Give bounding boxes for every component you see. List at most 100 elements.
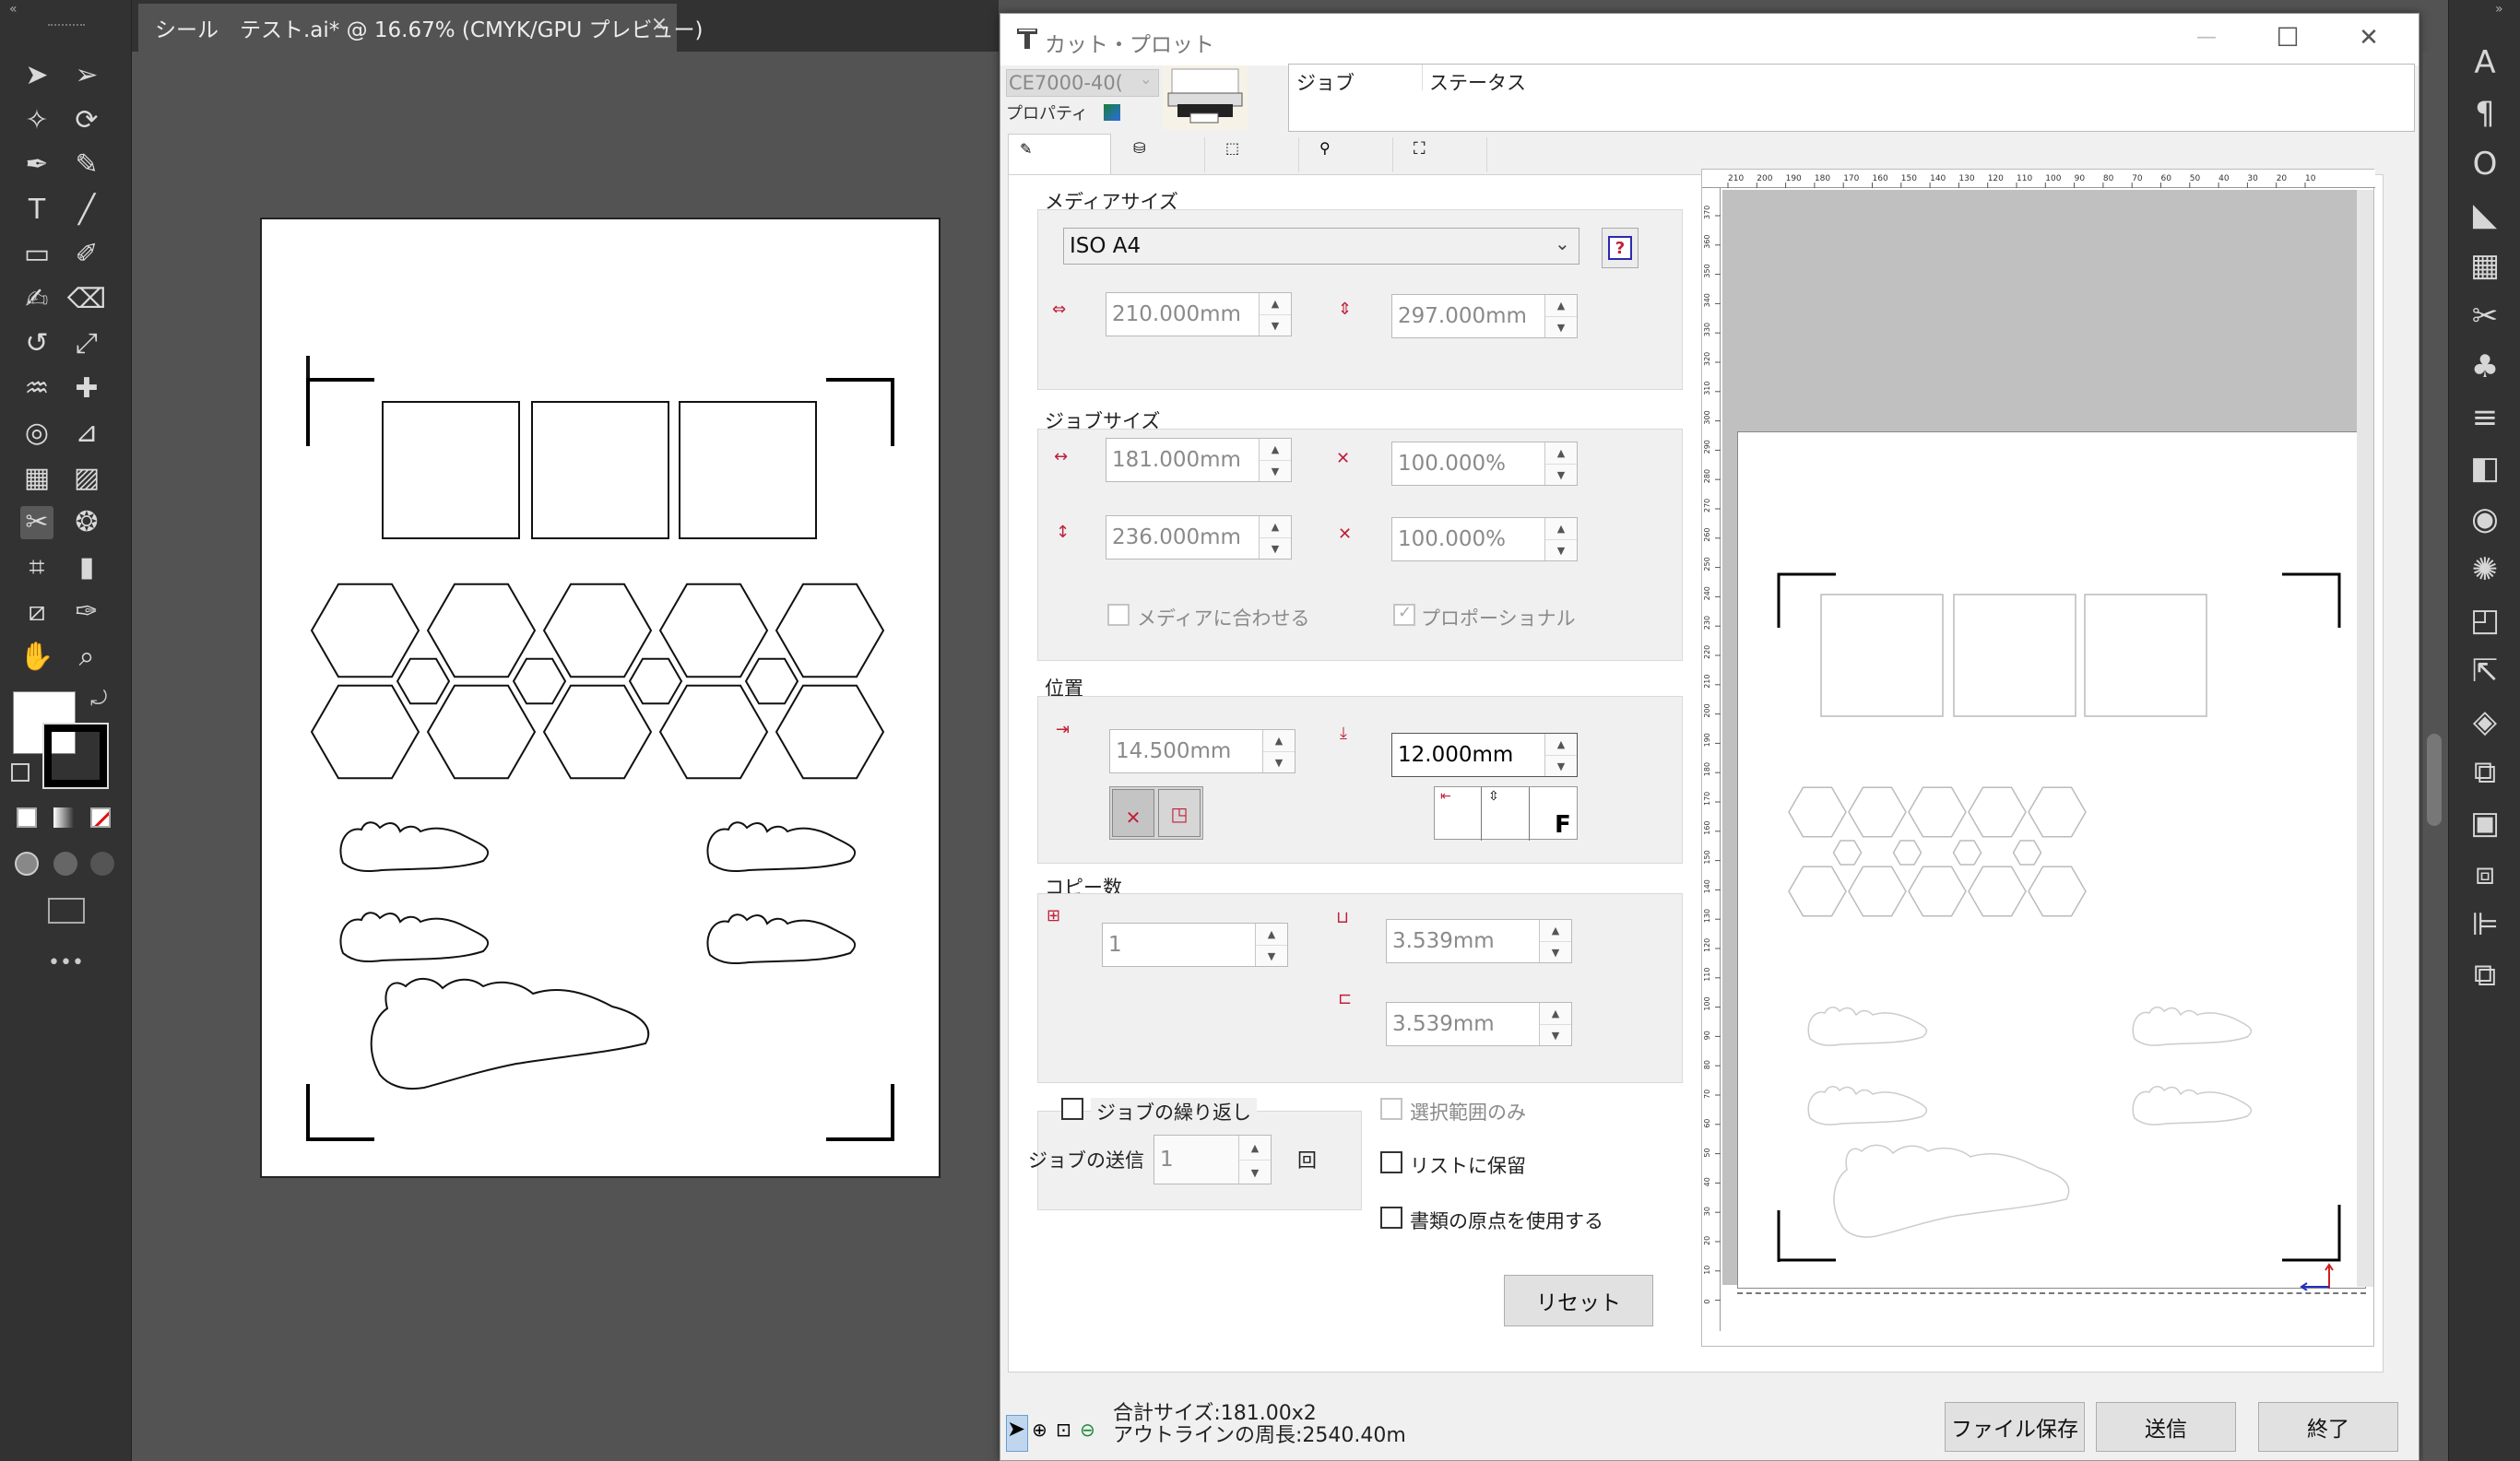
zoom-out-icon[interactable]: ⊖ — [1080, 1419, 1095, 1441]
preview-pane[interactable]: 210 200 190 180 170 160 150 140 130 120 110 100 90 80… — [1701, 169, 2375, 1347]
copy-gap-x-stepper[interactable]: ▲ ▼ — [1539, 920, 1571, 962]
paragraph-icon[interactable]: ¶ — [2467, 95, 2503, 132]
lasso-icon[interactable]: ⟳ — [70, 104, 103, 137]
artboards-icon[interactable]: ⧉ — [2467, 754, 2503, 791]
draw-inside-icon[interactable] — [90, 852, 114, 876]
zoom-in-icon[interactable]: ⊕ — [1032, 1419, 1047, 1441]
scale-y-field[interactable]: 100.000% ▲ ▼ — [1391, 517, 1578, 561]
eyedropper-icon[interactable]: ✑ — [70, 595, 103, 629]
default-colors-icon[interactable] — [11, 763, 30, 782]
canvas-scrollbar[interactable] — [2423, 52, 2445, 1461]
copies-stepper[interactable]: ▲ ▼ — [1255, 924, 1287, 966]
close-tab-icon[interactable]: × — [645, 11, 673, 39]
document-origin-checkbox[interactable] — [1380, 1207, 1402, 1229]
tab-cutting-condition[interactable]: ⛁ — [1111, 137, 1205, 172]
cutting-plugin-icon[interactable]: ✂ — [20, 506, 53, 539]
job-width-stepper[interactable]: ▲ ▼ — [1259, 439, 1291, 481]
reset-button[interactable]: リセット — [1504, 1275, 1653, 1326]
reset-origin-button[interactable]: ✕ — [1112, 789, 1154, 837]
scale-icon[interactable]: ⤢ — [70, 327, 103, 360]
screen-mode-icon[interactable] — [48, 898, 85, 924]
send-count-stepper[interactable]: ▲ ▼ — [1238, 1136, 1271, 1184]
draw-behind-icon[interactable] — [53, 852, 77, 876]
document-tab[interactable]: シール テスト.ai* @ 16.67% (CMYK/GPU プレビュー) — [138, 4, 704, 52]
job-status-list[interactable]: ジョブ ステータス — [1288, 64, 2415, 132]
fit-to-media-checkbox[interactable] — [1107, 604, 1130, 626]
maximize-button[interactable]: ☐ — [2269, 19, 2306, 56]
eraser-icon[interactable]: ⌫ — [67, 283, 106, 316]
mesh-icon[interactable]: ▦ — [20, 462, 53, 495]
puppet-warp-icon[interactable]: ✚ — [70, 372, 103, 406]
gradient-mode-icon[interactable] — [53, 807, 74, 828]
dialog-titlebar[interactable]: カット・プロット — ☐ ✕ — [1000, 14, 2419, 65]
symbol-sprayer-icon[interactable]: ❂ — [70, 506, 103, 539]
symbols-icon[interactable]: ♣ — [2467, 348, 2503, 385]
properties-link[interactable]: プロパティ — [1006, 100, 1098, 124]
graph-icon[interactable]: ▮ — [70, 551, 103, 584]
job-height-field[interactable]: 236.000mm ▲ ▼ — [1106, 515, 1292, 560]
graphic-styles-icon[interactable]: ✺ — [2467, 551, 2503, 588]
selection-icon[interactable]: ➤ — [20, 59, 53, 92]
character-icon[interactable]: A — [2467, 44, 2503, 81]
tab-general[interactable]: ✎ — [1008, 134, 1111, 176]
type-icon[interactable]: T — [20, 194, 53, 227]
shape-builder-icon[interactable]: ◎ — [20, 417, 53, 450]
finish-button[interactable]: 終了 — [2258, 1402, 2398, 1452]
position-x-stepper[interactable]: ▲ ▼ — [1262, 730, 1295, 772]
media-size-select[interactable]: ISO A4 ⌄ — [1063, 228, 1579, 265]
none-mode-icon[interactable] — [90, 807, 111, 828]
swap-fill-stroke-icon[interactable]: ⤾ — [90, 688, 107, 711]
appearance-icon[interactable]: ◉ — [2467, 501, 2503, 537]
scale-y-stepper[interactable]: ▲ ▼ — [1544, 518, 1577, 560]
magic-wand-icon[interactable]: ✧ — [20, 104, 53, 137]
export-icon[interactable]: ⇱ — [2467, 653, 2503, 689]
stroke-swatch[interactable] — [42, 723, 109, 789]
collapse-icon[interactable]: « — [9, 2, 18, 17]
proportional-checkbox[interactable]: ✓ — [1393, 603, 1415, 626]
perspective-icon[interactable]: ⊿ — [70, 417, 103, 450]
alignment-ruler[interactable]: ⇤ ⇳ F — [1434, 786, 1578, 841]
keep-in-list-checkbox[interactable] — [1380, 1151, 1402, 1173]
tab-tiling[interactable]: ⬚ — [1205, 137, 1299, 172]
pathfinder-icon[interactable]: ⧉ — [2467, 957, 2503, 994]
rectangle-icon[interactable]: ▭ — [20, 238, 53, 271]
align-icon[interactable]: ⊫ — [2467, 906, 2503, 943]
pen-icon[interactable]: ✒ — [20, 148, 53, 182]
curvature-icon[interactable]: ✎ — [70, 148, 103, 182]
media-height-stepper[interactable]: ▲ ▼ — [1544, 295, 1577, 337]
transform-icon[interactable]: ⧈ — [2467, 855, 2503, 892]
transparency-icon[interactable]: ◧ — [2467, 450, 2503, 487]
send-button[interactable]: 送信 — [2096, 1402, 2236, 1452]
paintbrush-icon[interactable]: ✐ — [70, 238, 103, 271]
copy-gap-y-field[interactable]: 3.539mm ▲ ▼ — [1386, 1002, 1572, 1046]
stroke-icon[interactable]: ≡ — [2467, 399, 2503, 436]
tab-register-mark[interactable]: ⚲ — [1299, 137, 1393, 172]
asset-icon[interactable]: ▣ — [2467, 805, 2503, 842]
copies-field[interactable]: 1 ▲ ▼ — [1102, 923, 1288, 967]
save-file-button[interactable]: ファイル保存 — [1945, 1402, 2085, 1452]
job-width-field[interactable]: 181.000mm ▲ ▼ — [1106, 438, 1292, 482]
grip-handle[interactable] — [48, 24, 85, 28]
pointer-tool-icon[interactable]: ➤ — [1006, 1415, 1028, 1452]
edit-toolbar-icon[interactable]: ••• — [48, 951, 84, 974]
scrollbar-thumb[interactable] — [2427, 734, 2442, 826]
position-x-field[interactable]: 14.500mm ▲ ▼ — [1109, 729, 1295, 773]
opentype-icon[interactable]: O — [2467, 146, 2503, 183]
layers-icon[interactable]: ◈ — [2467, 703, 2503, 740]
set-origin-button[interactable]: ◳ — [1158, 789, 1201, 837]
repeat-job-checkbox[interactable] — [1061, 1098, 1083, 1120]
rotate-icon[interactable]: ↺ — [20, 327, 53, 360]
gradient-icon[interactable]: ▨ — [70, 462, 103, 495]
shaper-icon[interactable]: ✍ — [20, 283, 53, 316]
send-count-field[interactable]: 1 ▲ ▼ — [1154, 1135, 1272, 1184]
warp-icon[interactable]: ♒ — [20, 372, 53, 406]
job-height-stepper[interactable]: ▲ ▼ — [1259, 516, 1291, 559]
scale-x-field[interactable]: 100.000% ▲ ▼ — [1391, 442, 1578, 486]
line-icon[interactable]: ╱ — [70, 194, 103, 227]
media-width-field[interactable]: 210.000mm ▲ ▼ — [1106, 292, 1292, 336]
media-help-button[interactable]: ? — [1602, 228, 1639, 268]
fit-view-icon[interactable]: ⊡ — [1056, 1419, 1071, 1441]
close-button[interactable]: ✕ — [2350, 19, 2387, 56]
preview-scrollbar[interactable] — [2357, 190, 2373, 1287]
hand-icon[interactable]: ✋ — [19, 641, 53, 674]
